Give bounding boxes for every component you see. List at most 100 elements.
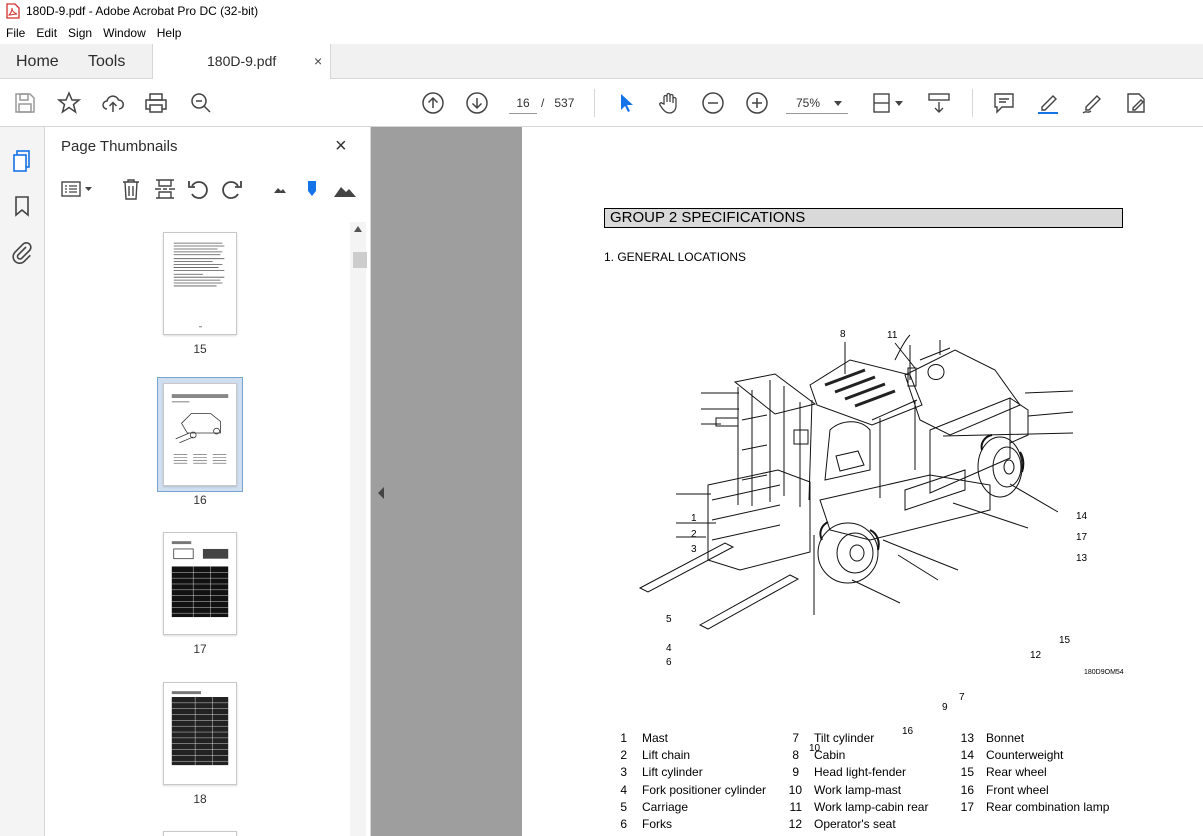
rotate-clockwise-icon[interactable] bbox=[220, 177, 244, 201]
legend-number: 14 bbox=[960, 748, 974, 762]
legend-number: 4 bbox=[620, 783, 627, 797]
legend-text: Operator's seat bbox=[814, 817, 896, 831]
menu-sign[interactable]: Sign bbox=[62, 26, 97, 40]
legend-number: 8 bbox=[792, 748, 799, 762]
previous-page-icon[interactable] bbox=[421, 91, 445, 115]
attachment-icon[interactable] bbox=[10, 240, 34, 264]
callout-8: 8 bbox=[840, 329, 846, 340]
total-pages: 537 bbox=[554, 96, 575, 110]
legend-text: Rear combination lamp bbox=[986, 800, 1110, 814]
page-count: / 537 bbox=[541, 92, 574, 114]
menu-window[interactable]: Window bbox=[97, 26, 151, 40]
legend-text: Front wheel bbox=[986, 783, 1049, 797]
zoom-search-icon[interactable] bbox=[189, 91, 213, 115]
menu-bar: File Edit Sign Window Help bbox=[0, 22, 1203, 44]
legend-number: 16 bbox=[960, 783, 974, 797]
highlight-pen-icon[interactable] bbox=[1036, 91, 1060, 115]
small-thumbnail-icon[interactable] bbox=[268, 177, 292, 201]
legend-number: 13 bbox=[960, 731, 974, 745]
page-preview-text bbox=[173, 242, 225, 328]
zoom-out-icon[interactable] bbox=[701, 91, 725, 115]
callout-13: 13 bbox=[1076, 553, 1088, 564]
tab-close-button[interactable]: × bbox=[314, 44, 322, 79]
legend-number: 9 bbox=[792, 765, 799, 779]
callout-5: 5 bbox=[666, 614, 672, 625]
large-thumbnail-icon[interactable] bbox=[333, 177, 357, 201]
thumbnail-size-slider-icon[interactable] bbox=[300, 177, 324, 201]
extract-pages-icon[interactable] bbox=[153, 177, 177, 201]
callout-6: 6 bbox=[666, 657, 672, 668]
legend-number: 15 bbox=[960, 765, 974, 779]
section-title: 1. GENERAL LOCATIONS bbox=[604, 250, 747, 264]
page-number-input[interactable]: 16 bbox=[509, 92, 537, 114]
cloud-upload-icon[interactable] bbox=[101, 91, 125, 115]
callout-9: 9 bbox=[942, 702, 948, 713]
legend-text: Counterweight bbox=[986, 748, 1064, 762]
zoom-in-icon[interactable] bbox=[745, 91, 769, 115]
legend-number: 17 bbox=[960, 800, 974, 814]
thumbnail-scrollbar[interactable] bbox=[350, 222, 367, 836]
thumbnail-page-18[interactable] bbox=[163, 682, 237, 785]
print-icon[interactable] bbox=[144, 91, 168, 115]
thumbnail-page-16[interactable] bbox=[163, 383, 237, 486]
legend-text: Rear wheel bbox=[986, 765, 1047, 779]
scrollbar-thumb[interactable] bbox=[353, 252, 367, 268]
page-preview-table bbox=[171, 541, 229, 618]
next-page-icon[interactable] bbox=[465, 91, 489, 115]
fill-sign-icon[interactable] bbox=[1124, 91, 1148, 115]
select-cursor-icon[interactable] bbox=[614, 91, 638, 115]
callout-17: 17 bbox=[1076, 532, 1088, 543]
legend-number: 2 bbox=[620, 748, 627, 762]
thumbnail-label: 17 bbox=[193, 642, 207, 656]
bookmark-icon[interactable] bbox=[10, 194, 34, 218]
page-thumbnails-panel: Page Thumbnails × 15 16 17 18 bbox=[45, 127, 371, 836]
save-icon[interactable] bbox=[13, 91, 37, 115]
star-icon[interactable] bbox=[56, 91, 82, 115]
collapse-panel-icon[interactable] bbox=[375, 485, 387, 501]
legend-number: 1 bbox=[620, 731, 627, 745]
legend-text: Fork positioner cylinder bbox=[642, 783, 767, 797]
page-thumbnails-icon[interactable] bbox=[10, 149, 34, 173]
legend-number: 7 bbox=[792, 731, 799, 745]
legend-text: Mast bbox=[642, 731, 669, 745]
toolbar-divider bbox=[594, 89, 595, 117]
thumbnail-page-15[interactable] bbox=[163, 232, 237, 335]
legend-number: 3 bbox=[620, 765, 627, 779]
tab-document[interactable]: 180D-9.pdf × bbox=[152, 44, 331, 80]
thumbnail-label: 16 bbox=[193, 493, 207, 507]
zoom-level-value: 75% bbox=[796, 96, 821, 110]
legend-number: 5 bbox=[620, 800, 627, 814]
tab-home[interactable]: Home bbox=[16, 44, 59, 79]
thumbnail-page-17[interactable] bbox=[163, 532, 237, 635]
legend-text: Lift chain bbox=[642, 748, 691, 762]
page-preview-table bbox=[171, 691, 229, 766]
thumbnail-page-19[interactable] bbox=[163, 831, 237, 836]
scroll-up-icon[interactable] bbox=[354, 226, 362, 232]
legend-number: 10 bbox=[788, 783, 802, 797]
zoom-level-select[interactable]: 75% bbox=[786, 92, 848, 114]
callout-11: 11 bbox=[887, 330, 898, 341]
draw-freeform-icon[interactable] bbox=[1080, 91, 1104, 115]
toolbar-divider bbox=[972, 89, 973, 117]
rotate-counterclockwise-icon[interactable] bbox=[186, 177, 210, 201]
menu-edit[interactable]: Edit bbox=[30, 26, 62, 40]
menu-file[interactable]: File bbox=[0, 26, 30, 40]
page-display-icon[interactable] bbox=[871, 91, 905, 115]
callout-7: 7 bbox=[959, 692, 965, 703]
scroll-mode-icon[interactable] bbox=[927, 91, 951, 115]
comment-icon[interactable] bbox=[992, 91, 1016, 115]
legend-text: Carriage bbox=[642, 800, 689, 814]
callout-14: 14 bbox=[1076, 511, 1088, 522]
pdf-app-icon bbox=[6, 3, 20, 19]
close-panel-button[interactable]: × bbox=[335, 135, 347, 158]
menu-help[interactable]: Help bbox=[151, 26, 187, 40]
forklift-illustration bbox=[638, 334, 1074, 630]
tab-tools[interactable]: Tools bbox=[88, 44, 125, 79]
hand-tool-icon[interactable] bbox=[657, 91, 681, 115]
delete-page-icon[interactable] bbox=[119, 177, 143, 201]
legend-text: Bonnet bbox=[986, 731, 1025, 745]
callout-4: 4 bbox=[666, 643, 672, 654]
thumbnail-list: 15 16 17 18 bbox=[45, 222, 350, 836]
panel-title: Page Thumbnails bbox=[61, 138, 178, 155]
options-menu-icon[interactable] bbox=[60, 177, 96, 201]
